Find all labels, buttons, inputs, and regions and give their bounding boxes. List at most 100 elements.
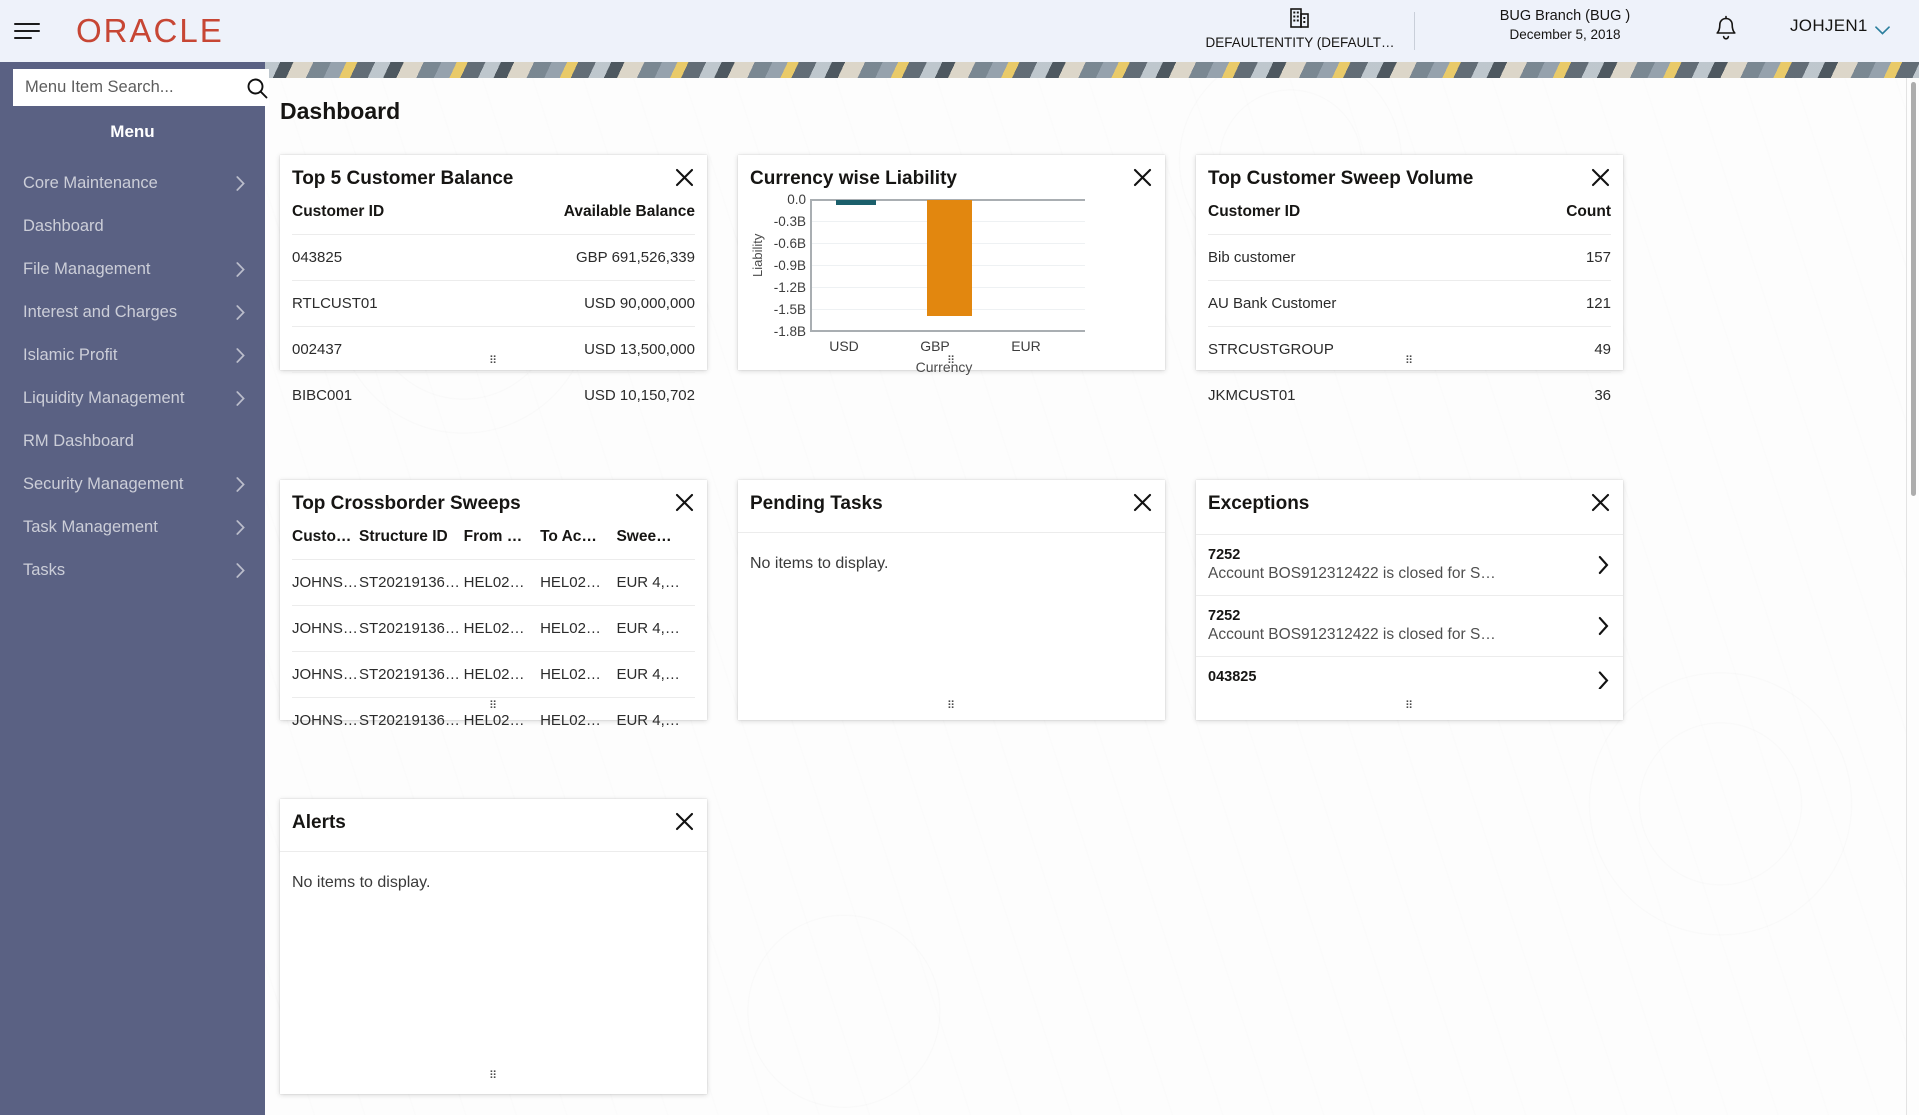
chevron-right-icon (236, 348, 245, 363)
sidebar-item-task-management[interactable]: Task Management (0, 506, 265, 549)
cell-sweep-amount: EUR 4,… (616, 559, 695, 606)
chart-x-tick: GBP (920, 338, 950, 354)
bell-icon[interactable] (1712, 14, 1744, 48)
table-row[interactable]: Bib customer 157 (1208, 234, 1611, 281)
drag-grip-icon[interactable]: ⠿ (280, 356, 707, 367)
cell-count: 157 (1506, 234, 1611, 281)
chart-bar-usd[interactable] (836, 200, 876, 205)
table-row[interactable]: JOHNS… ST20219136… HEL02… HEL02… EUR 4,… (292, 605, 695, 652)
customer-sweep-volume-table: Customer ID Count Bib customer 157 AU Ba… (1208, 203, 1611, 418)
exception-description: Account BOS912312422 is closed for S… (1208, 565, 1496, 582)
vertical-scrollbar[interactable] (1906, 78, 1919, 1115)
sidebar-item-dashboard[interactable]: Dashboard (0, 205, 265, 248)
cell-count: 49 (1506, 326, 1611, 373)
close-icon[interactable] (1130, 165, 1154, 189)
card-top-customer-sweep-volume: Top Customer Sweep Volume Customer ID Co… (1196, 155, 1623, 418)
card-currency-wise-liability: Currency wise Liability Liability 0.0 -0… (738, 155, 1165, 375)
sidebar-item-liquidity-management[interactable]: Liquidity Management (0, 377, 265, 420)
sidebar-item-label: Liquidity Management (23, 389, 185, 407)
sidebar-item-label: Tasks (23, 561, 66, 579)
table-row[interactable]: JOHNS… ST20219136… HEL02… HEL02… EUR 4,… (292, 651, 695, 698)
list-item[interactable]: 7252 Account BOS912312422 is closed for … (1196, 596, 1623, 657)
sidebar-item-interest-and-charges[interactable]: Interest and Charges (0, 291, 265, 334)
card-title: Pending Tasks (750, 493, 883, 514)
card-top-crossborder-sweeps: Top Crossborder Sweeps Custo… Structure … (280, 480, 707, 743)
chevron-right-icon[interactable] (1598, 671, 1609, 689)
list-item[interactable]: 043825 (1196, 657, 1623, 689)
column-header-from-account: From … (463, 528, 523, 545)
drag-grip-icon[interactable]: ⠿ (1196, 356, 1623, 367)
exception-id: 7252 (1208, 547, 1241, 563)
close-icon[interactable] (672, 165, 696, 189)
empty-state-message: No items to display. (292, 874, 431, 891)
user-menu[interactable]: JOHJEN1 (1790, 16, 1890, 36)
chevron-right-icon[interactable] (1598, 616, 1609, 636)
column-header-sweep-amount: Swee… (616, 528, 672, 545)
close-icon[interactable] (672, 809, 696, 833)
drag-grip-icon[interactable]: ⠿ (1196, 701, 1623, 712)
exception-id: 7252 (1208, 608, 1241, 624)
chevron-right-icon (236, 520, 245, 535)
table-row[interactable]: 043825 GBP 691,526,339 (292, 234, 695, 281)
top-header: ORACLE DEFAULTENTITY (DEFAULT… BUG Branc… (0, 0, 1919, 62)
card-title: Alerts (292, 812, 346, 833)
chevron-down-icon (1874, 22, 1890, 35)
chevron-right-icon (236, 563, 245, 578)
search-input[interactable] (13, 78, 245, 97)
sidebar-item-security-management[interactable]: Security Management (0, 463, 265, 506)
user-name: JOHJEN1 (1790, 16, 1868, 35)
card-body: Customer ID Available Balance 043825 GBP… (280, 203, 707, 418)
cell-to-account: HEL02… (540, 605, 617, 652)
sidebar-item-label: RM Dashboard (23, 432, 134, 450)
card-pending-tasks: Pending Tasks No items to display. ⠿ (738, 480, 1165, 720)
hamburger-icon[interactable] (14, 18, 46, 44)
sidebar-item-core-maintenance[interactable]: Core Maintenance (0, 162, 265, 205)
chevron-right-icon[interactable] (1598, 555, 1609, 575)
empty-state-message: No items to display. (750, 555, 889, 572)
cell-customer-id: STRCUSTGROUP (1208, 326, 1507, 373)
card-header: Pending Tasks (738, 480, 1165, 533)
sidebar-item-label: Islamic Profit (23, 346, 118, 364)
column-header-customer-id: Customer ID (1208, 203, 1301, 220)
search-icon[interactable] (245, 69, 269, 106)
cell-structure-id: ST20219136… (358, 651, 464, 698)
drag-grip-icon[interactable]: ⠿ (280, 1071, 707, 1082)
sidebar-item-tasks[interactable]: Tasks (0, 549, 265, 592)
close-icon[interactable] (1588, 165, 1612, 189)
table-row[interactable]: JOHNS… ST20219136… HEL02… HEL02… EUR 4,… (292, 559, 695, 606)
customer-balance-table: Customer ID Available Balance 043825 GBP… (292, 203, 695, 418)
sidebar-item-label: Core Maintenance (23, 174, 158, 192)
entity-selector[interactable]: DEFAULTENTITY (DEFAULT… (1190, 6, 1410, 50)
table-row[interactable]: RTLCUST01 USD 90,000,000 (292, 280, 695, 327)
close-icon[interactable] (1130, 490, 1154, 514)
drag-grip-icon[interactable]: ⠿ (280, 701, 707, 712)
menu-search[interactable] (13, 69, 269, 106)
close-icon[interactable] (1588, 490, 1612, 514)
column-header-structure-id: Structure ID (358, 528, 448, 545)
menu-heading: Menu (110, 122, 155, 141)
branch-name: BUG Branch (BUG ) (1499, 8, 1631, 24)
sidebar-item-label: Dashboard (23, 217, 104, 235)
chart-bar-gbp[interactable] (927, 200, 972, 316)
branch-date: December 5, 2018 (1509, 27, 1621, 42)
page-title: Dashboard (280, 98, 401, 124)
table-row[interactable]: BIBC001 USD 10,150,702 (292, 372, 695, 418)
chevron-right-icon (236, 305, 245, 320)
chart-y-tick: -1.8B (773, 324, 806, 339)
sidebar-item-islamic-profit[interactable]: Islamic Profit (0, 334, 265, 377)
sidebar-item-label: Interest and Charges (23, 303, 178, 321)
sidebar-item-rm-dashboard[interactable]: RM Dashboard (0, 420, 265, 463)
column-header-available-balance: Available Balance (563, 203, 695, 220)
chart-y-tick: -0.3B (773, 214, 806, 229)
cell-customer-id: BIBC001 (292, 372, 459, 418)
cell-customer-id: AU Bank Customer (1208, 280, 1507, 327)
list-item[interactable]: 7252 Account BOS912312422 is closed for … (1196, 535, 1623, 596)
sidebar-item-file-management[interactable]: File Management (0, 248, 265, 291)
close-icon[interactable] (672, 490, 696, 514)
drag-grip-icon[interactable]: ⠿ (738, 356, 1165, 367)
chart-x-axis-line (810, 330, 1085, 332)
scrollbar-thumb[interactable] (1911, 82, 1916, 496)
drag-grip-icon[interactable]: ⠿ (738, 701, 1165, 712)
table-row[interactable]: AU Bank Customer 121 (1208, 280, 1611, 327)
table-row[interactable]: JKMCUST01 36 (1208, 372, 1611, 418)
